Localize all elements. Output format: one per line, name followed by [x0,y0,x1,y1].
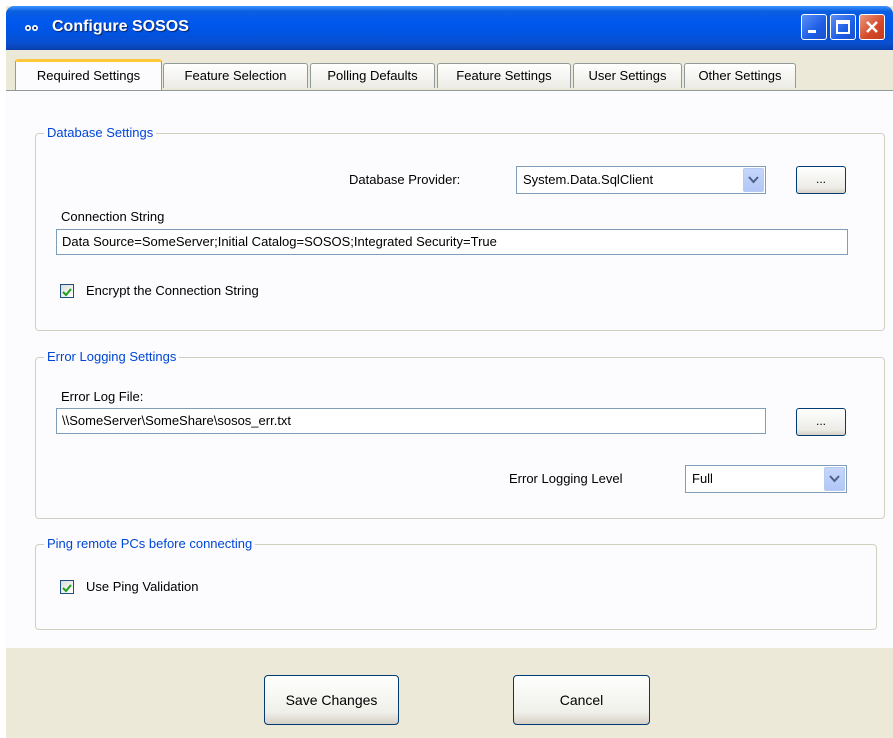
window-title: Configure SOSOS [52,18,189,35]
title-bar[interactable]: Configure SOSOS [6,6,893,50]
configure-window: Configure SOSOS Required Settings Featur… [6,6,893,738]
tab-label: User Settings [588,68,667,83]
close-icon [866,21,878,33]
cancel-button[interactable]: Cancel [513,675,650,725]
database-provider-value: System.Data.SqlClient [523,172,654,187]
tab-strip: Required Settings Feature Selection Poll… [6,50,893,90]
error-log-file-label: Error Log File: [61,389,144,404]
save-changes-button[interactable]: Save Changes [264,675,399,725]
maximize-icon [836,20,850,34]
error-logging-group: Error Logging Settings Error Log File: \… [35,349,885,519]
tab-user-settings[interactable]: User Settings [573,63,682,88]
chevron-down-icon[interactable] [743,168,764,192]
tab-label: Polling Defaults [327,68,418,83]
error-logging-level-label: Error Logging Level [509,471,623,486]
checkmark-icon [62,584,72,593]
dialog-footer: Save Changes Cancel [6,648,893,738]
tab-label: Feature Settings [456,68,552,83]
maximize-button[interactable] [830,14,856,40]
app-icon [25,25,38,31]
ping-validation-checkbox[interactable] [60,580,74,594]
error-logging-level-value: Full [692,471,713,486]
connection-string-input[interactable]: Data Source=SomeServer;Initial Catalog=S… [56,229,848,255]
required-settings-page: Database Settings Database Provider: Sys… [6,90,893,649]
connection-string-label: Connection String [61,209,165,224]
chevron-down-icon[interactable] [824,467,845,491]
tab-label: Feature Selection [184,68,287,83]
tab-label: Required Settings [36,68,141,83]
group-title: Ping remote PCs before connecting [44,536,256,552]
database-provider-select[interactable]: System.Data.SqlClient [516,166,766,194]
error-logging-level-select[interactable]: Full [685,465,847,493]
tab-label: Other Settings [698,68,782,83]
database-provider-label: Database Provider: [349,172,461,187]
error-log-browse-button[interactable]: ... [796,408,846,436]
group-title: Database Settings [44,125,157,141]
database-settings-group: Database Settings Database Provider: Sys… [35,125,885,331]
tab-feature-settings[interactable]: Feature Settings [437,63,571,88]
ping-group: Ping remote PCs before connecting Use Pi… [35,536,877,630]
checkmark-icon [62,288,72,297]
minimize-icon [808,30,816,33]
error-log-file-input[interactable]: \\SomeServer\SomeShare\sosos_err.txt [56,408,766,434]
group-title: Error Logging Settings [44,349,180,365]
tab-polling-defaults[interactable]: Polling Defaults [310,63,435,88]
close-button[interactable] [859,14,885,40]
tab-feature-selection[interactable]: Feature Selection [163,63,308,88]
minimize-button[interactable] [801,14,827,40]
provider-browse-button[interactable]: ... [796,166,846,194]
encrypt-label: Encrypt the Connection String [86,283,259,298]
ping-validation-label: Use Ping Validation [86,579,199,594]
tab-other-settings[interactable]: Other Settings [684,63,796,88]
tab-required-settings[interactable]: Required Settings [15,59,162,90]
encrypt-checkbox[interactable] [60,284,74,298]
